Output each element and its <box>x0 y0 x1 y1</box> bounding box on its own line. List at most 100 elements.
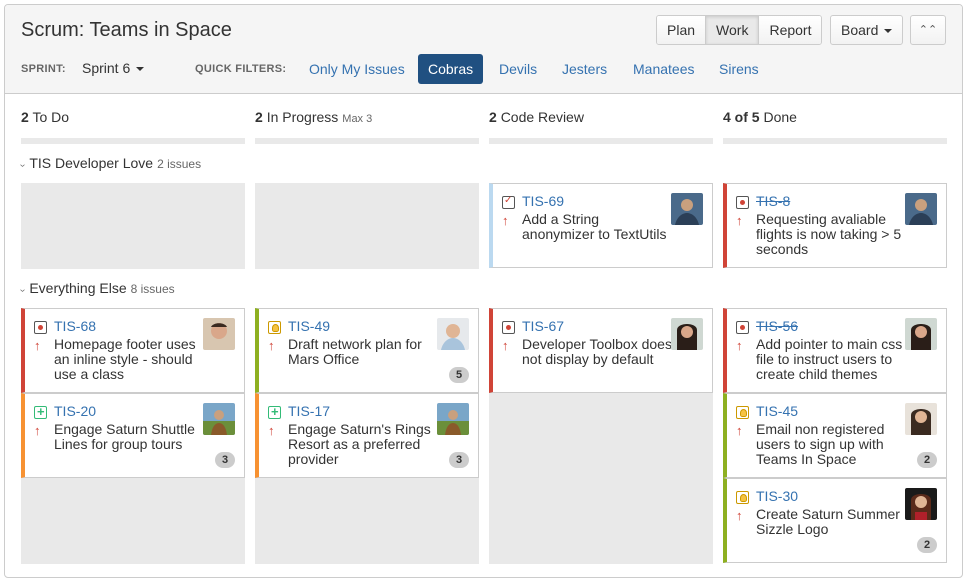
avatar <box>905 193 937 225</box>
filter-devils[interactable]: Devils <box>489 54 547 84</box>
issue-summary: Draft network plan for Mars Office <box>288 336 422 367</box>
idea-icon <box>268 321 281 334</box>
avatar <box>437 318 469 350</box>
idea-icon <box>736 406 749 419</box>
filter-jesters[interactable]: Jesters <box>552 54 617 84</box>
priority-arrow-icon: ↑ <box>502 213 509 228</box>
issue-key[interactable]: TIS-56 <box>756 318 798 334</box>
work-button[interactable]: Work <box>705 16 759 44</box>
column-header-todo: 2 To Do <box>21 109 69 125</box>
avatar <box>671 318 703 350</box>
avatar <box>905 488 937 520</box>
empty-cell <box>489 393 713 564</box>
report-button[interactable]: Report <box>758 16 822 44</box>
column-name: In Progress <box>266 109 339 125</box>
issue-key[interactable]: TIS-69 <box>522 193 564 209</box>
issue-key[interactable]: TIS-30 <box>756 488 798 504</box>
issue-card[interactable]: TIS-30 ↑ Create Saturn Summer Sizzle Log… <box>723 478 947 563</box>
filter-manatees[interactable]: Manatees <box>623 54 704 84</box>
swimlane-count: 8 issues <box>130 282 175 296</box>
swimlane-header-everything-else[interactable]: ›Everything Else 8 issues <box>17 280 175 296</box>
issue-key[interactable]: TIS-17 <box>288 403 330 419</box>
story-points-badge: 5 <box>449 367 469 383</box>
chevron-icon: › <box>17 288 29 293</box>
priority-arrow-icon: ↑ <box>34 338 41 353</box>
bug-icon <box>502 321 515 334</box>
issue-summary: Engage Saturn's Rings Resort as a prefer… <box>288 421 431 467</box>
issue-key[interactable]: TIS-49 <box>288 318 330 334</box>
board-menu-button[interactable]: Board <box>830 15 904 45</box>
task-icon <box>502 195 515 209</box>
story-icon <box>268 404 281 419</box>
board-menu-label: Board <box>841 22 879 38</box>
issue-card[interactable]: TIS-67 ↑ Developer Toolbox does not disp… <box>489 308 713 393</box>
issue-key[interactable]: TIS-20 <box>54 403 96 419</box>
issue-key[interactable]: TIS-68 <box>54 318 96 334</box>
column-header-in-progress: 2 In Progress Max 3 <box>255 109 372 125</box>
filter-sirens[interactable]: Sirens <box>709 54 769 84</box>
empty-cell <box>255 478 479 564</box>
empty-cell <box>21 183 245 269</box>
bug-icon <box>736 196 749 209</box>
mode-switcher: Plan Work Report <box>656 15 823 45</box>
idea-icon <box>736 491 749 504</box>
issue-summary: Create Saturn Summer Sizzle Logo <box>756 506 900 537</box>
priority-arrow-icon: ↑ <box>736 338 743 353</box>
column-name: Code Review <box>500 109 584 125</box>
swimlane-header-developer-love[interactable]: ›TIS Developer Love 2 issues <box>17 155 201 171</box>
priority-arrow-icon: ↑ <box>736 423 743 438</box>
issue-card[interactable]: TIS-8 ↑ Requesting avaliable flights is … <box>723 183 947 268</box>
plan-button[interactable]: Plan <box>657 16 706 44</box>
issue-key[interactable]: TIS-45 <box>756 403 798 419</box>
issue-summary: Engage Saturn Shuttle Lines for group to… <box>54 421 195 452</box>
issue-card[interactable]: TIS-17 ↑ Engage Saturn's Rings Resort as… <box>255 393 479 478</box>
column-name: Done <box>763 109 797 125</box>
avatar <box>905 318 937 350</box>
story-points-badge: 2 <box>917 452 937 468</box>
issue-summary: Requesting avaliable flights is now taki… <box>756 211 902 257</box>
filter-cobras[interactable]: Cobras <box>418 54 484 84</box>
avatar <box>203 318 235 350</box>
avatar <box>905 403 937 435</box>
column-header-done: 4 of 5 Done <box>723 109 797 125</box>
sprint-selector[interactable]: Sprint 6 <box>82 60 145 76</box>
avatar <box>671 193 703 225</box>
chevron-icon: › <box>17 163 29 168</box>
column-progress-bar <box>21 138 245 144</box>
issue-card[interactable]: TIS-56 ↑ Add pointer to main css file to… <box>723 308 947 393</box>
issue-key[interactable]: TIS-8 <box>756 193 790 209</box>
board-frame: Scrum: Teams in Space Plan Work Report B… <box>4 4 963 578</box>
issue-card[interactable]: TIS-20 ↑ Engage Saturn Shuttle Lines for… <box>21 393 245 478</box>
quick-filters-label: QUICK FILTERS: <box>195 63 287 75</box>
empty-cell <box>255 183 479 269</box>
collapse-header-button[interactable]: ⌃⌃ <box>910 15 946 45</box>
avatar <box>437 403 469 435</box>
column-count: 2 <box>489 109 497 125</box>
issue-key[interactable]: TIS-67 <box>522 318 564 334</box>
column-header-code-review: 2 Code Review <box>489 109 584 125</box>
priority-arrow-icon: ↑ <box>268 338 275 353</box>
story-points-badge: 3 <box>449 452 469 468</box>
issue-card[interactable]: TIS-69 ↑ Add a String anonymizer to Text… <box>489 183 713 268</box>
column-count: 4 of 5 <box>723 109 760 125</box>
sprint-label: SPRINT: <box>21 63 66 75</box>
priority-arrow-icon: ↑ <box>34 423 41 438</box>
chevron-down-icon <box>884 29 893 34</box>
chevron-down-icon <box>136 67 145 72</box>
sprint-value: Sprint 6 <box>82 60 131 76</box>
bug-icon <box>736 321 749 334</box>
story-points-badge: 2 <box>917 537 937 553</box>
priority-arrow-icon: ↑ <box>268 423 275 438</box>
filter-only-my-issues[interactable]: Only My Issues <box>299 54 415 84</box>
column-name: To Do <box>32 109 70 125</box>
issue-summary: Add pointer to main css file to instruct… <box>756 336 903 382</box>
issue-summary: Add a String anonymizer to TextUtils <box>522 211 667 242</box>
issue-card[interactable]: TIS-45 ↑ Email non registered users to s… <box>723 393 947 478</box>
swimlane-name: TIS Developer Love <box>29 155 154 171</box>
issue-card[interactable]: TIS-49 ↑ Draft network plan for Mars Off… <box>255 308 479 393</box>
story-icon <box>34 404 47 419</box>
board-title: Scrum: Teams in Space <box>21 19 232 41</box>
board-header: Scrum: Teams in Space Plan Work Report B… <box>5 5 962 94</box>
issue-card[interactable]: TIS-68 ↑ Homepage footer uses an inline … <box>21 308 245 393</box>
priority-arrow-icon: ↑ <box>502 338 509 353</box>
